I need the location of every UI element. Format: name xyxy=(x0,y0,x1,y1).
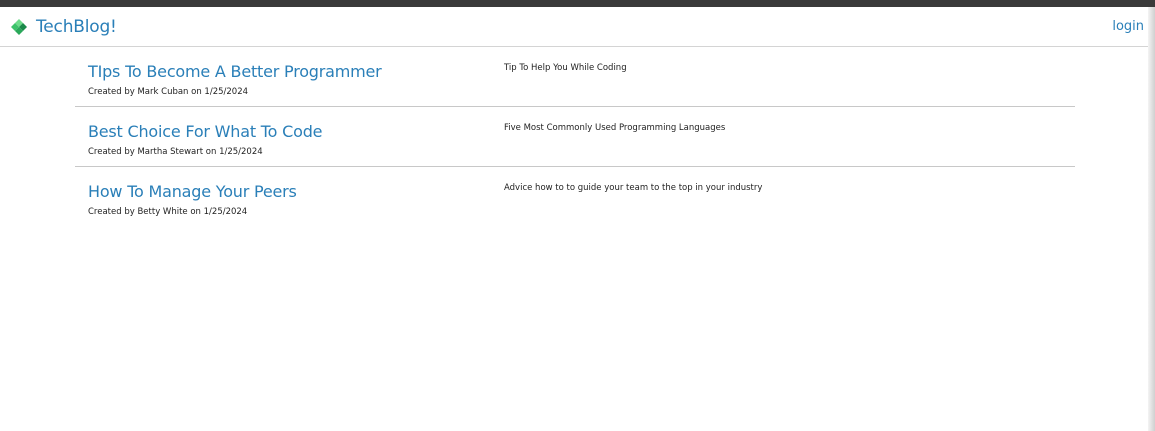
post-meta: Created by Martha Stewart on 1/25/2024 xyxy=(88,147,263,157)
navbar: TechBlog! login xyxy=(0,7,1148,47)
post-title-link[interactable]: How To Manage Your Peers xyxy=(88,182,297,201)
post-meta: Created by Betty White on 1/25/2024 xyxy=(88,207,248,217)
post-description: Five Most Commonly Used Programming Lang… xyxy=(504,123,726,133)
post-meta: Created by Mark Cuban on 1/25/2024 xyxy=(88,87,249,97)
post-title-link[interactable]: Best Choice For What To Code xyxy=(88,122,322,141)
post-list: TIps To Become A Better Programmer Creat… xyxy=(75,47,1075,227)
brand-link[interactable]: TechBlog! xyxy=(10,15,117,39)
window-edge xyxy=(1148,7,1155,431)
browser-top-strip xyxy=(0,0,1155,7)
post-item: Best Choice For What To Code Created by … xyxy=(75,107,1075,167)
post-description: Tip To Help You While Coding xyxy=(504,63,627,73)
post-title-link[interactable]: TIps To Become A Better Programmer xyxy=(88,62,382,81)
brand-name: TechBlog! xyxy=(36,17,117,37)
login-link[interactable]: login xyxy=(1112,19,1144,34)
post-description: Advice how to to guide your team to the … xyxy=(504,183,763,193)
post-item: How To Manage Your Peers Created by Bett… xyxy=(75,167,1075,227)
post-item: TIps To Become A Better Programmer Creat… xyxy=(75,47,1075,107)
diamond-logo-icon xyxy=(11,19,27,35)
